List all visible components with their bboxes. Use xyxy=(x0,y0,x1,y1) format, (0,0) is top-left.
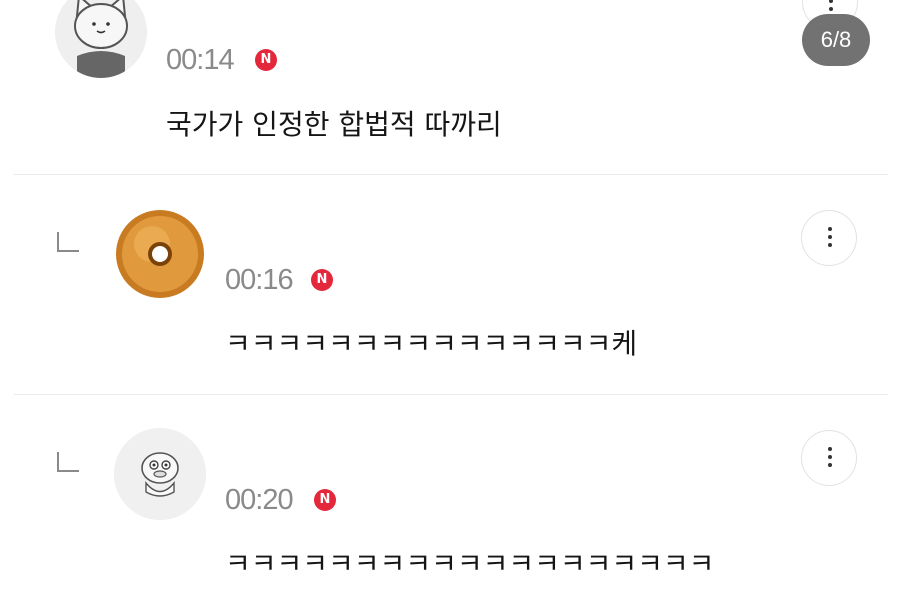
donut-icon xyxy=(114,208,206,300)
comment-item: 00:20 N ㅋㅋㅋㅋㅋㅋㅋㅋㅋㅋㅋㅋㅋㅋㅋㅋㅋㅋㅋ xyxy=(0,395,900,595)
cat-character-icon xyxy=(55,0,147,78)
comment-text: 국가가 인정한 합법적 따까리 xyxy=(166,108,502,141)
more-vertical-icon xyxy=(829,0,833,15)
comment-time: 00:14 xyxy=(166,44,235,76)
more-vertical-icon xyxy=(828,227,832,251)
more-options-button[interactable] xyxy=(801,210,857,266)
more-options-button[interactable] xyxy=(801,430,857,486)
avatar[interactable] xyxy=(114,428,206,520)
avatar[interactable] xyxy=(114,208,206,300)
duck-character-icon xyxy=(114,428,206,520)
new-badge: N xyxy=(255,49,277,71)
comment-time: 00:16 xyxy=(225,264,294,296)
new-badge: N xyxy=(314,489,336,511)
comment-text: ㅋㅋㅋㅋㅋㅋㅋㅋㅋㅋㅋㅋㅋㅋㅋ케 xyxy=(225,327,638,360)
reply-arrow-icon xyxy=(57,232,79,252)
comment-item: 00:14 N 국가가 인정한 합법적 따까리 xyxy=(0,0,900,175)
comment-time: 00:20 xyxy=(225,484,294,516)
more-vertical-icon xyxy=(828,447,832,471)
avatar[interactable] xyxy=(55,0,147,78)
page-indicator: 6/8 xyxy=(802,14,870,66)
reply-arrow-icon xyxy=(57,452,79,472)
comment-text: ㅋㅋㅋㅋㅋㅋㅋㅋㅋㅋㅋㅋㅋㅋㅋㅋㅋㅋㅋ xyxy=(225,547,715,580)
comment-item: 00:16 N ㅋㅋㅋㅋㅋㅋㅋㅋㅋㅋㅋㅋㅋㅋㅋ케 xyxy=(0,175,900,395)
new-badge: N xyxy=(311,269,333,291)
